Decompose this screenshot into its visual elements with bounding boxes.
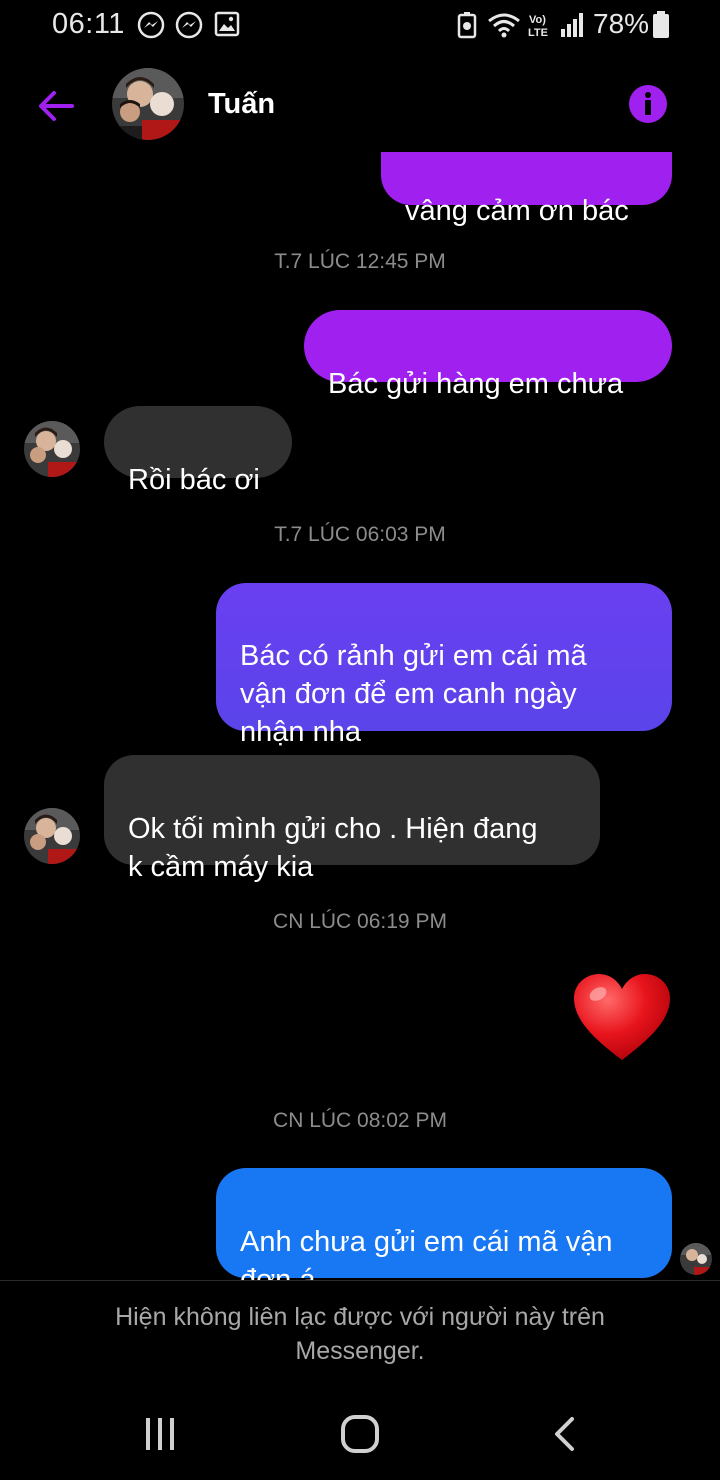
messenger-icon	[175, 11, 203, 39]
svg-text:Vo): Vo)	[529, 14, 546, 26]
messenger-icon	[137, 11, 165, 39]
conversation-header: Tuấn	[0, 62, 720, 152]
system-nav-bar	[0, 1390, 720, 1480]
sender-avatar[interactable]	[24, 421, 80, 477]
message-text: Ok tối mình gửi cho . Hiện đang k cầm má…	[128, 813, 538, 883]
message-bubble-incoming[interactable]: Rồi bác ơi	[104, 406, 292, 496]
image-icon	[214, 11, 240, 37]
status-bar: 06:11 Vo) LTE 78%	[0, 0, 720, 50]
battery-icon	[653, 11, 669, 38]
timestamp: CN LÚC 06:19 PM	[273, 910, 447, 933]
message-text: Bác gửi hàng em chưa	[328, 368, 624, 400]
message-bubble-outgoing[interactable]: vâng cảm ơn bác	[381, 152, 672, 227]
battery-percent: 78%	[593, 8, 650, 39]
back-icon[interactable]	[550, 1416, 578, 1452]
home-icon[interactable]	[340, 1414, 380, 1454]
message-bubble-incoming[interactable]: Ok tối mình gửi cho . Hiện đang k cầm má…	[104, 755, 600, 883]
message-list[interactable]: vâng cảm ơn bác T.7 LÚC 12:45 PM Bác gửi…	[0, 152, 720, 1280]
message-text: vâng cảm ơn bác	[405, 195, 629, 227]
timestamp: T.7 LÚC 06:03 PM	[274, 523, 446, 546]
heart-icon[interactable]	[572, 972, 672, 1064]
status-time: 06:11	[52, 8, 125, 40]
contact-avatar[interactable]	[112, 68, 184, 140]
sender-avatar[interactable]	[24, 808, 80, 864]
message-bubble-outgoing[interactable]: Bác có rảnh gửi em cái mã vận đơn để em …	[216, 583, 672, 748]
divider	[0, 1280, 720, 1281]
message-text: Rồi bác ơi	[128, 464, 260, 496]
message-text: Anh chưa gửi em cái mã vận đơn á	[240, 1226, 613, 1280]
wifi-icon	[488, 13, 520, 38]
signal-icon	[561, 13, 583, 37]
battery-saver-icon	[457, 12, 477, 39]
message-text: Bác có rảnh gửi em cái mã vận đơn để em …	[240, 640, 587, 748]
svg-text:LTE: LTE	[528, 27, 548, 39]
recent-apps-icon[interactable]	[140, 1416, 180, 1452]
timestamp: CN LÚC 08:02 PM	[273, 1109, 447, 1132]
info-icon[interactable]	[628, 84, 668, 124]
unavailable-notice: Hiện không liên lạc được với người này t…	[115, 1303, 605, 1365]
volte-icon: Vo) LTE	[528, 14, 548, 39]
contact-name[interactable]: Tuấn	[208, 88, 275, 121]
timestamp: T.7 LÚC 12:45 PM	[274, 250, 446, 273]
message-bubble-outgoing[interactable]: Anh chưa gửi em cái mã vận đơn á	[216, 1168, 672, 1280]
message-bubble-outgoing[interactable]: Bác gửi hàng em chưa	[304, 310, 672, 400]
seen-avatar	[680, 1243, 712, 1275]
back-arrow-icon[interactable]	[36, 86, 76, 126]
